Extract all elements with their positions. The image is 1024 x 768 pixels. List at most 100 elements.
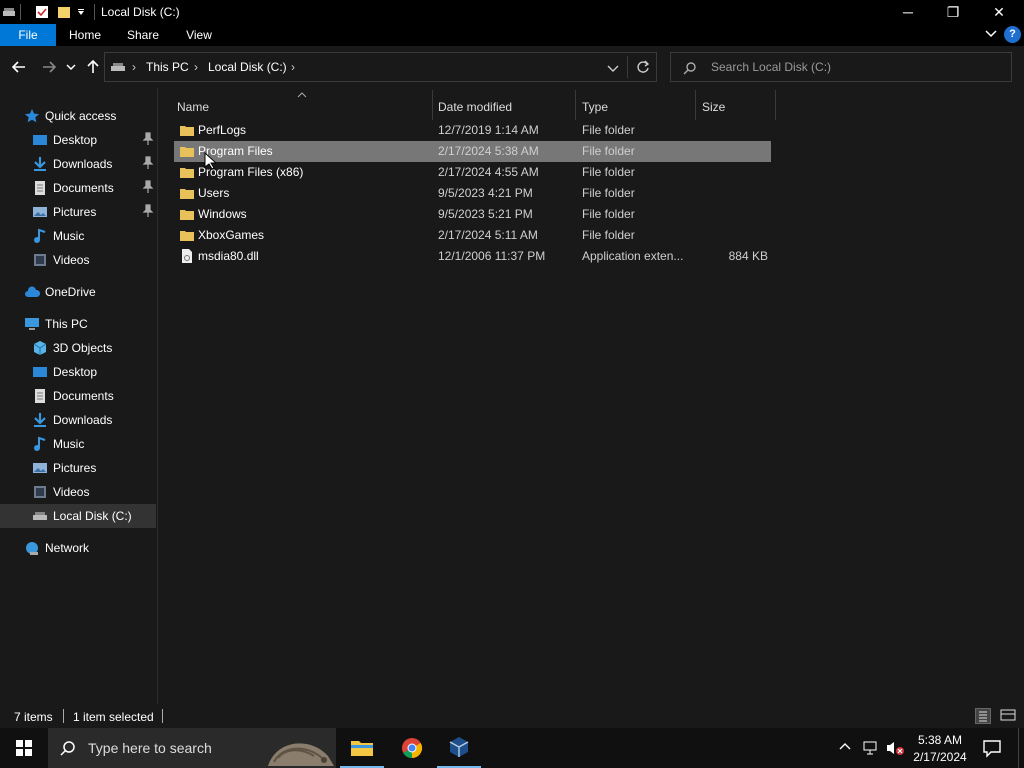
- cube-icon: [33, 341, 47, 355]
- start-button[interactable]: [0, 728, 48, 768]
- column-header-size[interactable]: Size: [702, 94, 772, 120]
- up-arrow-icon: [87, 60, 99, 73]
- chevron-down-icon: [607, 65, 619, 72]
- show-hidden-icons-button[interactable]: [838, 740, 854, 756]
- breadcrumb-local-disk[interactable]: Local Disk (C:): [208, 60, 287, 74]
- sidebar-item-music-pc[interactable]: Music: [0, 432, 156, 456]
- details-view-icon: [979, 711, 987, 722]
- pin-icon: [142, 180, 154, 193]
- clock[interactable]: 5:38 AM 2/17/2024: [910, 730, 970, 766]
- selection-count: 1 item selected: [73, 710, 154, 724]
- sidebar-item-music[interactable]: Music: [0, 224, 156, 248]
- mouse-cursor-icon: [204, 152, 216, 170]
- restore-button[interactable]: ❐: [930, 0, 976, 24]
- large-icons-view-button[interactable]: [1000, 708, 1018, 724]
- expand-ribbon-icon[interactable]: [984, 27, 998, 41]
- sidebar-item-pictures-pinned[interactable]: Pictures: [0, 200, 156, 224]
- pin-icon: [142, 204, 154, 217]
- pin-icon: [142, 132, 154, 145]
- table-row[interactable]: msdia80.dll 12/1/2006 11:37 PM Applicati…: [174, 246, 771, 267]
- sidebar-item-downloads-pinned[interactable]: Downloads: [0, 152, 156, 176]
- pictures-icon: [33, 207, 47, 217]
- sidebar-item-onedrive[interactable]: OneDrive: [0, 280, 156, 304]
- recent-locations-button[interactable]: [62, 54, 80, 80]
- address-bar[interactable]: › This PC › Local Disk (C:) ›: [104, 52, 657, 82]
- sidebar-item-downloads[interactable]: Downloads: [0, 408, 156, 432]
- sidebar-item-pictures[interactable]: Pictures: [0, 456, 156, 480]
- sidebar-item-documents-pinned[interactable]: Documents: [0, 176, 156, 200]
- taskbar-search-box[interactable]: Type here to search: [48, 728, 336, 768]
- new-folder-icon[interactable]: [57, 5, 71, 19]
- column-header-date[interactable]: Date modified: [438, 94, 578, 120]
- taskbar-file-explorer[interactable]: [340, 728, 384, 768]
- forward-button[interactable]: [38, 54, 60, 80]
- customize-quick-access-icon[interactable]: [76, 5, 86, 19]
- clock-date: 2/17/2024: [913, 750, 967, 764]
- sidebar-item-desktop[interactable]: Desktop: [0, 360, 156, 384]
- table-row[interactable]: Program Files 2/17/2024 5:38 AM File fol…: [174, 141, 771, 162]
- sidebar-item-3d-objects[interactable]: 3D Objects: [0, 336, 156, 360]
- sidebar-item-videos[interactable]: Videos: [0, 248, 156, 272]
- breadcrumb-separator[interactable]: ›: [132, 60, 136, 74]
- column-header-name[interactable]: Name: [177, 94, 427, 120]
- download-icon: [34, 413, 46, 427]
- taskbar-virtualbox[interactable]: [437, 728, 481, 768]
- details-view-button[interactable]: [975, 708, 991, 724]
- restore-icon: ❐: [946, 3, 960, 20]
- refresh-button[interactable]: [636, 60, 650, 74]
- sidebar-item-local-disk[interactable]: Local Disk (C:): [0, 504, 156, 528]
- taskbar-search-input[interactable]: Type here to search: [88, 740, 212, 756]
- search-input[interactable]: Search Local Disk (C:): [711, 60, 831, 74]
- show-desktop-button[interactable]: [1018, 728, 1024, 768]
- up-button[interactable]: [82, 54, 104, 80]
- properties-icon[interactable]: [35, 5, 49, 19]
- search-highlight-image: [268, 743, 334, 766]
- tab-file[interactable]: File: [0, 24, 56, 46]
- table-row[interactable]: Users 9/5/2023 4:21 PM File folder: [174, 183, 771, 204]
- folder-icon: [180, 126, 194, 136]
- sidebar-item-desktop-pinned[interactable]: Desktop: [0, 128, 156, 152]
- sidebar-item-this-pc[interactable]: This PC: [0, 312, 156, 336]
- sidebar-item-quick-access[interactable]: Quick access: [0, 104, 156, 128]
- network-tray-button[interactable]: [862, 740, 880, 756]
- help-button[interactable]: ?: [1004, 26, 1021, 43]
- videos-icon: [34, 254, 46, 266]
- navigation-pane: Quick access Desktop Downloads Documents…: [0, 88, 158, 704]
- tab-view[interactable]: View: [176, 24, 222, 46]
- music-icon: [34, 436, 46, 451]
- taskbar-chrome[interactable]: [390, 728, 434, 768]
- folder-icon: [180, 147, 194, 157]
- title-bar: Local Disk (C:) ─ ❐ ✕: [0, 0, 1024, 24]
- forward-arrow-icon: [43, 61, 56, 73]
- volume-tray-button[interactable]: [886, 740, 906, 756]
- tab-home[interactable]: Home: [60, 24, 110, 46]
- minimize-button[interactable]: ─: [885, 0, 931, 24]
- drive-icon: [33, 512, 47, 520]
- virtualbox-icon: [449, 737, 469, 757]
- table-row[interactable]: Windows 9/5/2023 5:21 PM File folder: [174, 204, 771, 225]
- dll-file-icon: [182, 249, 192, 263]
- breadcrumb-separator[interactable]: ›: [291, 60, 295, 74]
- table-row[interactable]: Program Files (x86) 2/17/2024 4:55 AM Fi…: [174, 162, 771, 183]
- drive-icon[interactable]: [2, 5, 16, 19]
- close-button[interactable]: ✕: [976, 0, 1022, 24]
- search-box[interactable]: Search Local Disk (C:): [670, 52, 1012, 82]
- pin-icon: [142, 156, 154, 169]
- back-button[interactable]: [8, 54, 30, 80]
- network-icon: [26, 542, 38, 555]
- column-header-type[interactable]: Type: [582, 94, 692, 120]
- notifications-button[interactable]: [982, 738, 1002, 758]
- desktop-icon: [33, 135, 47, 145]
- ribbon-tabs: File Home Share View ?: [0, 24, 1024, 46]
- sidebar-item-documents[interactable]: Documents: [0, 384, 156, 408]
- breadcrumb-this-pc[interactable]: This PC: [146, 60, 189, 74]
- sidebar-item-videos-pc[interactable]: Videos: [0, 480, 156, 504]
- table-row[interactable]: XboxGames 2/17/2024 5:11 AM File folder: [174, 225, 771, 246]
- address-history-button[interactable]: [607, 62, 619, 74]
- large-icons-view-icon: [1000, 709, 1016, 721]
- table-row[interactable]: PerfLogs 12/7/2019 1:14 AM File folder: [174, 120, 771, 141]
- volume-muted-icon: [887, 742, 904, 755]
- sidebar-item-network[interactable]: Network: [0, 536, 156, 560]
- breadcrumb-separator[interactable]: ›: [194, 60, 198, 74]
- tab-share[interactable]: Share: [118, 24, 168, 46]
